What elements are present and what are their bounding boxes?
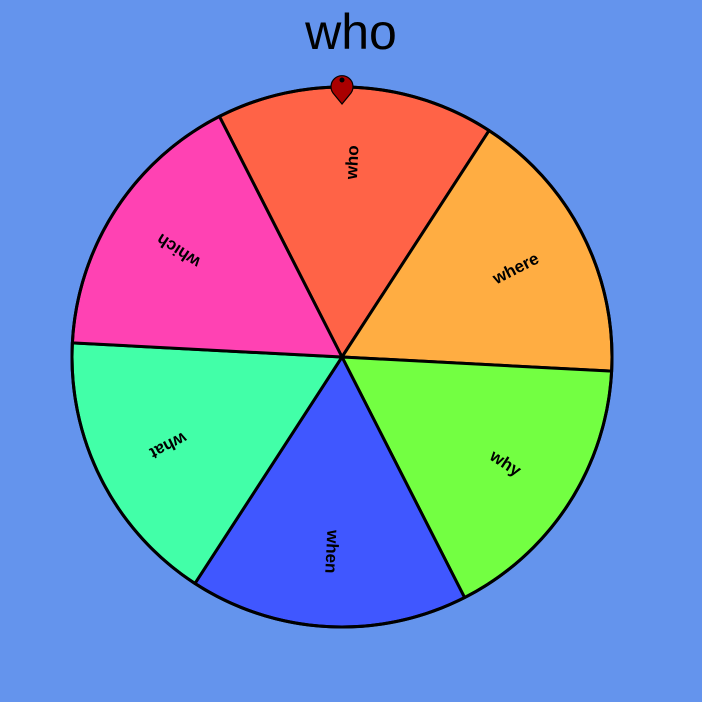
spin-wheel[interactable]: whowherewhywhenwhatwhich bbox=[0, 0, 702, 702]
wheel-segment-label: when bbox=[321, 529, 342, 574]
wheel-segment-label: who bbox=[342, 145, 363, 181]
wheel-segments[interactable]: whowherewhywhenwhatwhich bbox=[70, 85, 614, 629]
